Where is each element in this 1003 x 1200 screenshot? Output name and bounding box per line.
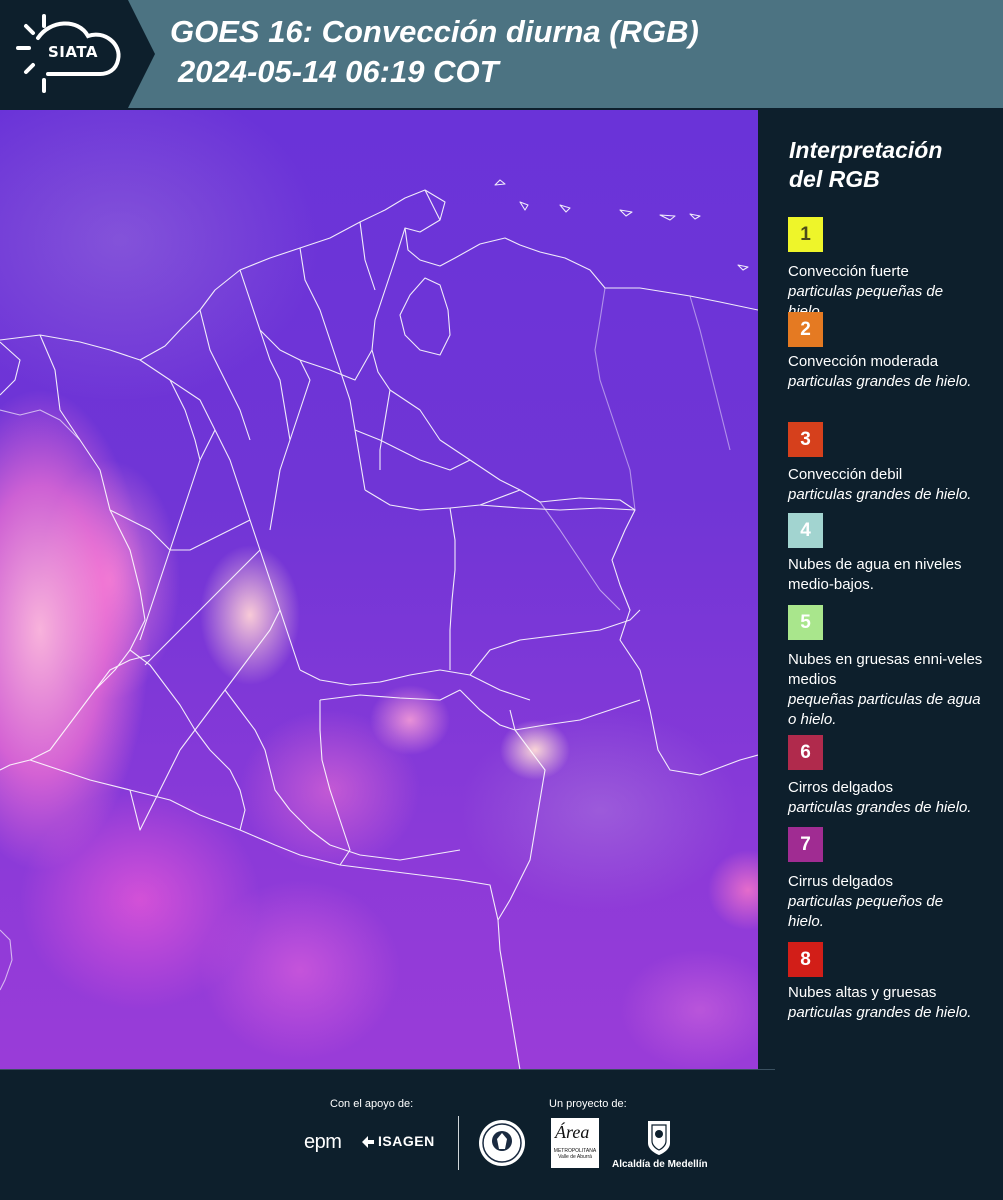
medellin-crest-icon	[648, 1121, 670, 1155]
epm-logo: epm	[304, 1131, 342, 1153]
footer-divider	[0, 1069, 775, 1070]
page-title: GOES 16: Convección diurna (RGB)	[170, 14, 699, 49]
legend-title-line1: Interpretación	[789, 137, 943, 163]
alcaldia-logo-text: Alcaldía de Medellín	[612, 1159, 708, 1170]
project-label: Un proyecto de:	[549, 1098, 627, 1110]
legend-item-detail: particulas grandes de hielo.	[788, 373, 972, 390]
legend-item-text-4: Nubes de agua en niveles medio-bajos.	[788, 555, 983, 595]
legend-item-detail: pequeñas particulas de agua o hielo.	[788, 691, 981, 728]
legend-title-line2: del RGB	[789, 166, 880, 192]
legend-item-label: Cirros delgados	[788, 779, 894, 796]
siata-logo: SIATA	[0, 0, 155, 108]
legend-item-label: Cirrus delgados	[788, 873, 894, 890]
university-seal-icon	[479, 1120, 525, 1166]
logo-text: SIATA	[48, 43, 99, 61]
legend-item-detail: particulas grandes de hielo.	[788, 486, 972, 503]
legend-item-text-5: Nubes en gruesas enni-veles medios pequeñ…	[788, 650, 983, 730]
footer-vertical-divider	[458, 1116, 459, 1170]
area-text: METROPOLITANA Valle de Aburrá	[553, 1148, 597, 1160]
legend-item-detail: particulas grandes de hielo.	[788, 799, 972, 816]
satellite-map	[0, 110, 758, 1070]
legend-swatch-5: 5	[788, 605, 823, 640]
isagen-mark-icon	[362, 1136, 374, 1148]
legend-item-text-7: Cirrus delgados particulas pequeños de hi…	[788, 872, 983, 932]
legend-swatch-6: 6	[788, 735, 823, 770]
legend-item-label: Convección fuerte	[788, 263, 909, 280]
legend-title: Interpretación del RGB	[789, 136, 989, 194]
legend-item-label: Convección moderada	[788, 353, 939, 370]
legend-item-detail: particulas grandes de hielo.	[788, 1004, 972, 1021]
legend-swatch-3: 3	[788, 422, 823, 457]
legend-swatch-8: 8	[788, 942, 823, 977]
legend-swatch-1: 1	[788, 217, 823, 252]
area-script: Área	[555, 1122, 590, 1142]
isagen-logo: ISAGEN	[378, 1133, 435, 1149]
legend-item-label: Convección debil	[788, 466, 903, 483]
map-boundaries	[0, 179, 758, 1070]
legend-swatch-2: 2	[788, 312, 823, 347]
legend-item-text-6: Cirros delgados particulas grandes de hie…	[788, 778, 983, 818]
legend-item-label: Nubes altas y gruesas	[788, 984, 937, 1001]
legend-item-text-2: Convección moderada particulas grandes de…	[788, 352, 983, 392]
legend-swatch-4: 4	[788, 513, 823, 548]
header-bar: SIATA GOES 16: Convección diurna (RGB) 2…	[0, 0, 1003, 108]
timestamp: 2024-05-14 06:19 COT	[178, 54, 499, 89]
legend-item-label: Nubes de agua en niveles medio-bajos.	[788, 556, 962, 593]
legend-item-label: Nubes en gruesas enni-veles medios	[788, 651, 983, 688]
area-metropolitana-logo: Área METROPOLITANA Valle de Aburrá	[551, 1118, 599, 1168]
legend-item-text-8: Nubes altas y gruesas particulas grandes …	[788, 983, 983, 1023]
legend-item-text-3: Convección debil particulas grandes de hi…	[788, 465, 983, 505]
legend-item-detail: particulas pequeños de hielo.	[788, 893, 944, 930]
support-label: Con el apoyo de:	[330, 1098, 414, 1110]
legend-swatch-7: 7	[788, 827, 823, 862]
